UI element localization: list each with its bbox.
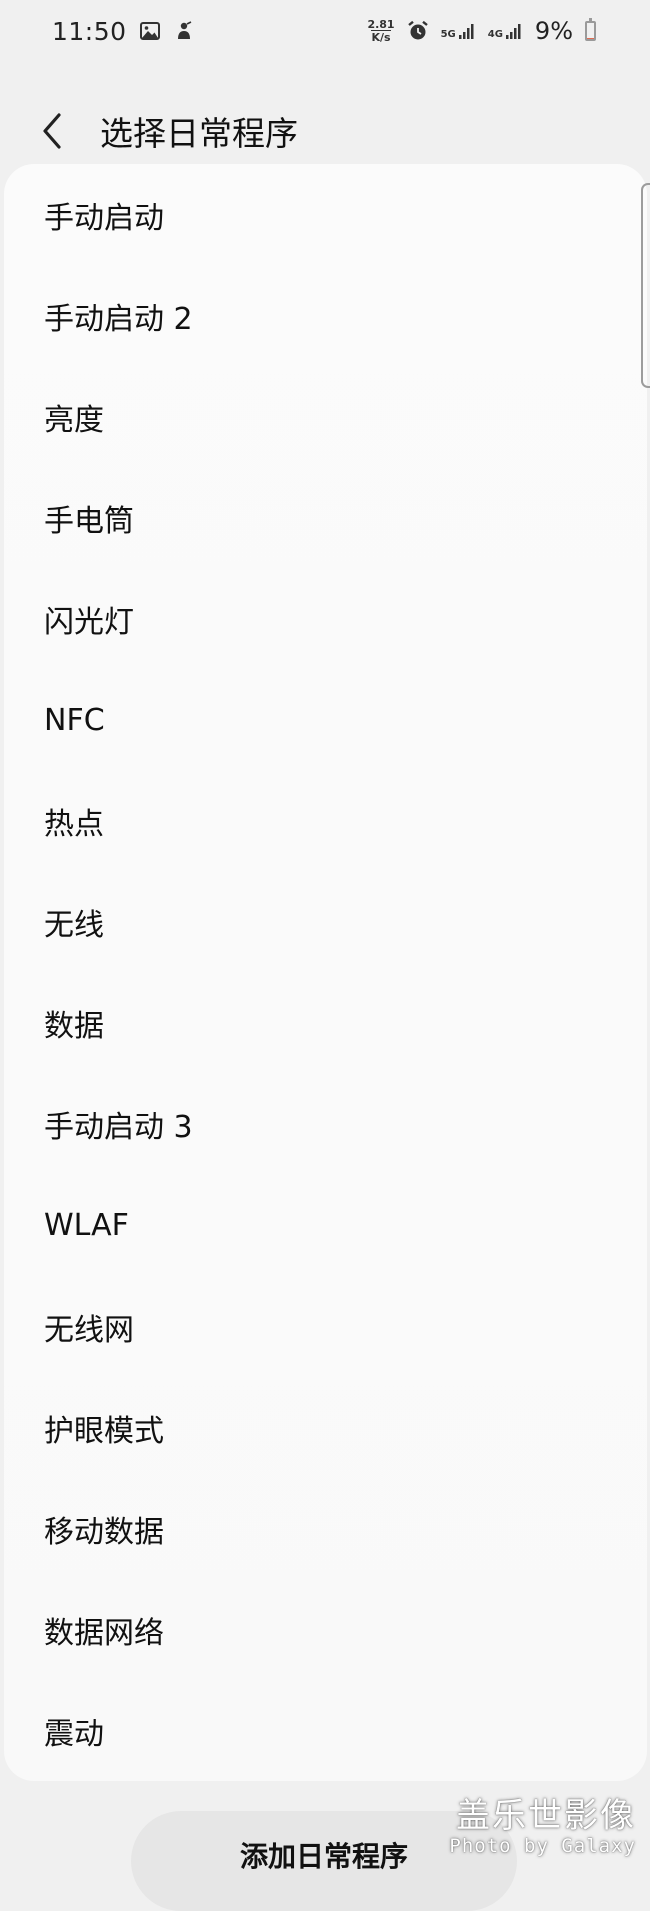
routine-list-item[interactable]: 手电筒 [4,467,647,568]
signal-bars-icon-2 [505,24,521,39]
battery-percentage: 9% [534,17,573,45]
image-icon [139,20,161,42]
battery-icon [585,18,596,41]
bottom-area: 添加日常程序 盖乐世影像 Photo by Galaxy [0,1781,650,1911]
status-bar: 11:50 2.81 K/s 5G 4G 9% [0,0,650,62]
signal-5g: 5G [441,22,476,40]
watermark-title: 盖乐世影像 [456,1796,636,1836]
routine-list: 手动启动 手动启动 2 亮度 手电筒 闪光灯 NFC 热点 无线 数据 手动启动 3 WLAF 无线网… [4,164,647,1781]
watermark: 盖乐世影像 Photo by Galaxy [449,1797,636,1857]
routine-list-item[interactable]: 数据 [4,973,647,1074]
signal-4g: 4G [488,22,523,40]
network-speed-unit: K/s [371,30,391,44]
routine-list-item[interactable]: 手动启动 2 [4,265,647,366]
status-left: 11:50 [52,17,195,46]
routine-list-item[interactable]: 震动 [4,1680,647,1781]
status-time: 11:50 [52,16,127,46]
status-right: 2.81 K/s 5G 4G 9% [367,17,596,45]
network-type-label: 5G [440,29,456,40]
scrollbar[interactable] [641,183,650,388]
alarm-icon [407,20,429,42]
signal-bars-icon [458,24,474,39]
chevron-left-icon [43,113,61,149]
routine-list-item[interactable]: 护眼模式 [4,1377,647,1478]
notification-app-icon [173,20,195,42]
routine-list-item[interactable]: 数据网络 [4,1579,647,1680]
routine-list-item[interactable]: NFC [4,669,647,770]
routine-list-item[interactable]: 亮度 [4,366,647,467]
page-title: 选择日常程序 [100,114,298,153]
network-type-label-2: 4G [487,29,503,40]
routine-list-item[interactable]: WLAF [4,1175,647,1276]
network-speed-value: 2.81 [367,18,395,31]
routine-list-item[interactable]: 无线 [4,872,647,973]
network-speed: 2.81 K/s [367,19,394,43]
routine-list-item[interactable]: 热点 [4,771,647,872]
routine-list-card: 手动启动 手动启动 2 亮度 手电筒 闪光灯 NFC 热点 无线 数据 手动启动 3 WLAF 无线网… [4,164,647,1781]
back-button[interactable] [24,103,80,159]
routine-list-item[interactable]: 无线网 [4,1276,647,1377]
routine-list-item[interactable]: 闪光灯 [4,568,647,669]
routine-list-item[interactable]: 移动数据 [4,1478,647,1579]
watermark-subtitle: Photo by Galaxy [449,1835,636,1857]
routine-list-item[interactable]: 手动启动 3 [4,1074,647,1175]
routine-list-item[interactable]: 手动启动 [4,164,647,265]
battery-fill [587,37,594,39]
